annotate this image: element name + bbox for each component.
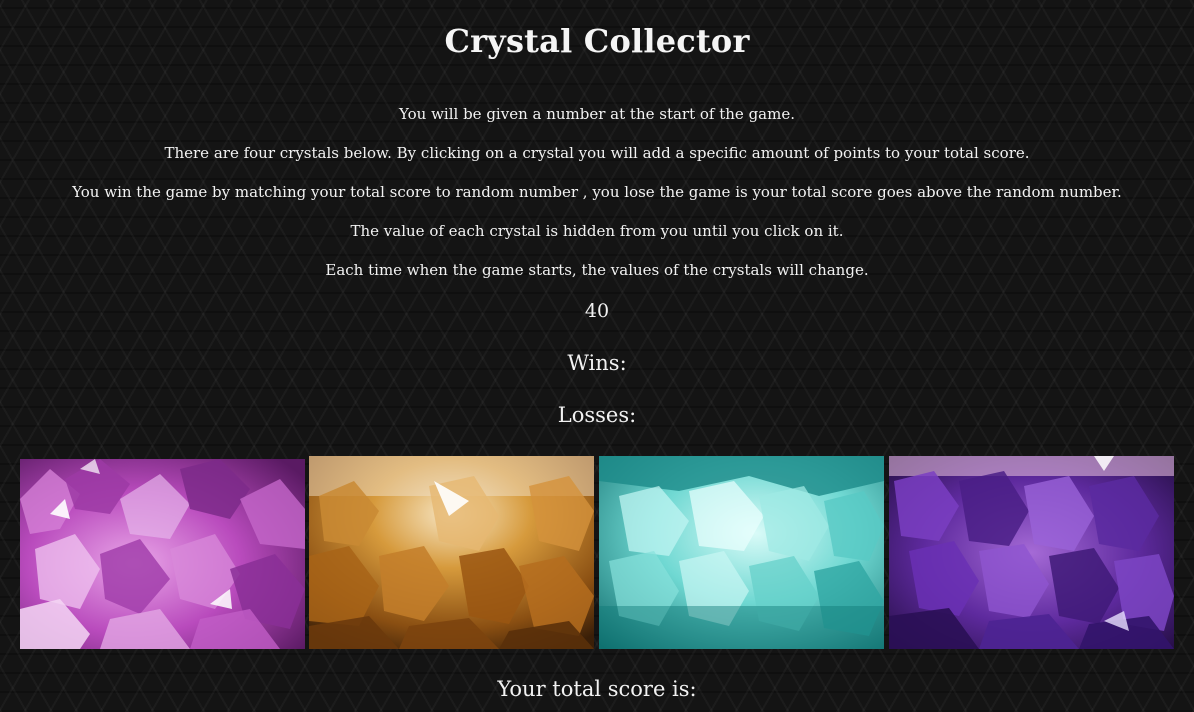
instruction-line: The value of each crystal is hidden from… <box>350 222 844 240</box>
crystal-row <box>20 456 1174 649</box>
total-score-label: Your total score is: <box>497 677 697 701</box>
page-title: Crystal Collector <box>444 22 750 60</box>
purple-crystal-image <box>889 456 1174 649</box>
crystal-button-pink[interactable] <box>20 459 305 649</box>
wins-label: Wins: <box>567 351 627 375</box>
instruction-line: You win the game by matching your total … <box>72 183 1122 201</box>
losses-label: Losses: <box>557 403 637 427</box>
crystal-button-aqua[interactable] <box>599 456 884 649</box>
game-page: Crystal Collector You will be given a nu… <box>0 0 1194 712</box>
crystal-button-purple[interactable] <box>889 456 1174 649</box>
instruction-line: There are four crystals below. By clicki… <box>164 144 1030 162</box>
pink-crystal-image <box>20 459 305 649</box>
instructions: You will be given a number at the start … <box>0 103 1194 298</box>
crystal-button-citrine[interactable] <box>309 456 594 649</box>
instruction-line: Each time when the game starts, the valu… <box>325 261 869 279</box>
aqua-crystal-image <box>599 456 884 649</box>
random-number: 40 <box>584 300 610 322</box>
citrine-crystal-image <box>309 456 594 649</box>
instruction-line: You will be given a number at the start … <box>399 105 795 123</box>
